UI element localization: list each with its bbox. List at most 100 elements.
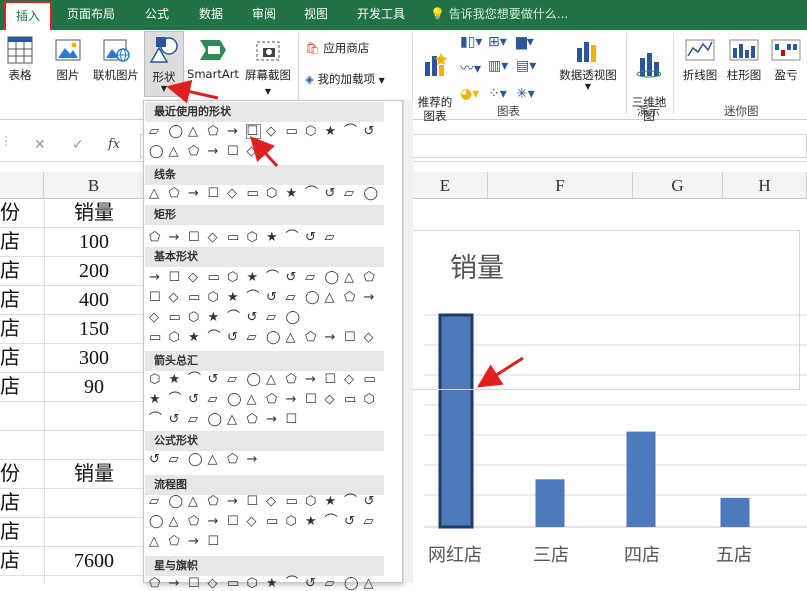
- shape-option-icon[interactable]: ▱: [286, 291, 299, 304]
- shape-option-icon[interactable]: ⬠: [305, 331, 318, 344]
- shape-option-icon[interactable]: →: [188, 187, 201, 200]
- recommended-charts-button[interactable]: 推荐的 图表: [414, 36, 456, 123]
- shape-option-icon[interactable]: ◇: [266, 125, 279, 138]
- shape-option-icon[interactable]: ▱: [188, 413, 201, 426]
- shape-option-icon[interactable]: ◯: [364, 187, 379, 200]
- shape-option-icon[interactable]: ◇: [208, 231, 221, 244]
- shape-option-icon[interactable]: ◯: [286, 311, 301, 324]
- column-header-b[interactable]: B: [44, 172, 144, 199]
- shape-option-icon[interactable]: →: [149, 271, 162, 284]
- cell-a[interactable]: 店: [0, 518, 44, 547]
- shape-option-icon[interactable]: ▭: [227, 231, 240, 244]
- cell-a[interactable]: 店: [0, 489, 44, 518]
- cell-b[interactable]: 150: [44, 315, 144, 344]
- column-header-h[interactable]: H: [723, 172, 807, 199]
- shape-option-icon[interactable]: ☐: [344, 331, 357, 344]
- shape-option-icon[interactable]: ▱: [149, 495, 162, 508]
- shape-option-icon[interactable]: ☐: [188, 577, 201, 590]
- shape-option-icon[interactable]: ⬡: [286, 515, 299, 528]
- shape-option-icon[interactable]: ☐: [245, 124, 261, 139]
- shape-option-icon[interactable]: ⌒: [286, 577, 299, 590]
- shape-option-icon[interactable]: △: [188, 495, 201, 508]
- shape-option-icon[interactable]: ◇: [266, 495, 279, 508]
- cell-b[interactable]: [44, 431, 144, 460]
- tab-developer[interactable]: 开发工具: [348, 0, 414, 30]
- shape-option-icon[interactable]: ▱: [325, 231, 338, 244]
- shape-option-icon[interactable]: ▭: [286, 495, 299, 508]
- shape-option-icon[interactable]: ◯: [149, 145, 164, 158]
- shape-option-icon[interactable]: △: [325, 291, 338, 304]
- cell-b[interactable]: 300: [44, 344, 144, 373]
- shape-option-icon[interactable]: ◇: [344, 373, 357, 386]
- shape-option-icon[interactable]: ☐: [188, 231, 201, 244]
- shape-option-icon[interactable]: ▱: [325, 577, 338, 590]
- shape-option-icon[interactable]: ↺: [325, 187, 338, 200]
- shape-option-icon[interactable]: ▭: [286, 125, 299, 138]
- cell-b[interactable]: 7600: [44, 547, 144, 576]
- shape-option-icon[interactable]: →: [305, 373, 318, 386]
- tell-me-search[interactable]: 💡 告诉我您想要做什么...: [430, 0, 568, 30]
- column-chart-icon[interactable]: ▮▯▾: [460, 34, 488, 50]
- cell-a[interactable]: 店: [0, 286, 44, 315]
- cell-a[interactable]: 店: [0, 344, 44, 373]
- shape-option-icon[interactable]: ▭: [266, 515, 279, 528]
- shape-option-icon[interactable]: ★: [325, 125, 338, 138]
- shape-option-icon[interactable]: ▭: [149, 331, 162, 344]
- shape-option-icon[interactable]: ★: [188, 331, 201, 344]
- shape-option-icon[interactable]: ▭: [188, 291, 201, 304]
- sparkline-column-button[interactable]: 柱形图: [722, 36, 766, 83]
- shape-option-icon[interactable]: ⌒: [188, 373, 201, 386]
- shapes-button[interactable]: 形状 ▼: [144, 31, 184, 97]
- shape-option-icon[interactable]: ▭: [364, 373, 377, 386]
- shape-option-icon[interactable]: ⌒: [149, 413, 162, 426]
- shape-option-icon[interactable]: ▱: [169, 453, 182, 466]
- shape-option-icon[interactable]: ★: [266, 577, 279, 590]
- shape-option-icon[interactable]: ⬠: [169, 535, 182, 548]
- shape-option-icon[interactable]: ☐: [247, 495, 260, 508]
- shape-option-icon[interactable]: ⌒: [325, 515, 338, 528]
- shape-option-icon[interactable]: ⌒: [169, 393, 182, 406]
- shape-option-icon[interactable]: ↺: [305, 577, 318, 590]
- scatter-chart-icon[interactable]: ⁘▾: [488, 86, 516, 102]
- shape-option-icon[interactable]: ▱: [364, 515, 377, 528]
- column-header-g[interactable]: G: [633, 172, 723, 199]
- cell-a[interactable]: 份: [0, 460, 44, 489]
- cell-b[interactable]: 90: [44, 373, 144, 402]
- pie-chart-icon[interactable]: ◕▾: [460, 86, 488, 102]
- cell-b[interactable]: 销量: [44, 460, 144, 489]
- shape-option-icon[interactable]: ◇: [247, 145, 260, 158]
- shape-option-icon[interactable]: ◇: [169, 291, 182, 304]
- shape-option-icon[interactable]: ★: [266, 231, 279, 244]
- shape-option-icon[interactable]: ⬡: [266, 187, 279, 200]
- shape-option-icon[interactable]: ▱: [227, 373, 240, 386]
- shape-option-icon[interactable]: ▭: [169, 311, 182, 324]
- column-header-f[interactable]: F: [488, 172, 633, 199]
- shape-option-icon[interactable]: ◯: [305, 291, 320, 304]
- shape-option-icon[interactable]: →: [169, 577, 182, 590]
- shape-option-icon[interactable]: ⬠: [227, 453, 240, 466]
- shape-option-icon[interactable]: →: [227, 125, 240, 138]
- shape-option-icon[interactable]: →: [188, 535, 201, 548]
- shape-option-icon[interactable]: ◯: [325, 271, 340, 284]
- shape-option-icon[interactable]: ⬠: [208, 125, 221, 138]
- shape-option-icon[interactable]: ↺: [227, 331, 240, 344]
- tab-data[interactable]: 数据: [188, 0, 234, 30]
- shape-option-icon[interactable]: ◯: [266, 331, 281, 344]
- shape-option-icon[interactable]: ◯: [188, 453, 203, 466]
- cell-a[interactable]: [0, 402, 44, 431]
- shape-option-icon[interactable]: ↺: [266, 291, 279, 304]
- shape-option-icon[interactable]: →: [286, 393, 299, 406]
- waterfall-chart-icon[interactable]: ▆▾: [516, 34, 544, 50]
- shape-option-icon[interactable]: △: [149, 187, 162, 200]
- shape-option-icon[interactable]: ⬡: [247, 577, 260, 590]
- shape-option-icon[interactable]: ☐: [208, 535, 221, 548]
- shape-option-icon[interactable]: →: [208, 145, 221, 158]
- shape-option-icon[interactable]: ↺: [286, 271, 299, 284]
- screenshot-button[interactable]: 屏幕截图 ▼: [242, 36, 294, 97]
- shape-option-icon[interactable]: →: [227, 495, 240, 508]
- tab-review[interactable]: 审阅: [241, 0, 287, 30]
- chart-bar[interactable]: [720, 497, 750, 527]
- cell-a[interactable]: 店: [0, 228, 44, 257]
- shape-option-icon[interactable]: △: [344, 271, 357, 284]
- shape-option-icon[interactable]: ⬠: [247, 413, 260, 426]
